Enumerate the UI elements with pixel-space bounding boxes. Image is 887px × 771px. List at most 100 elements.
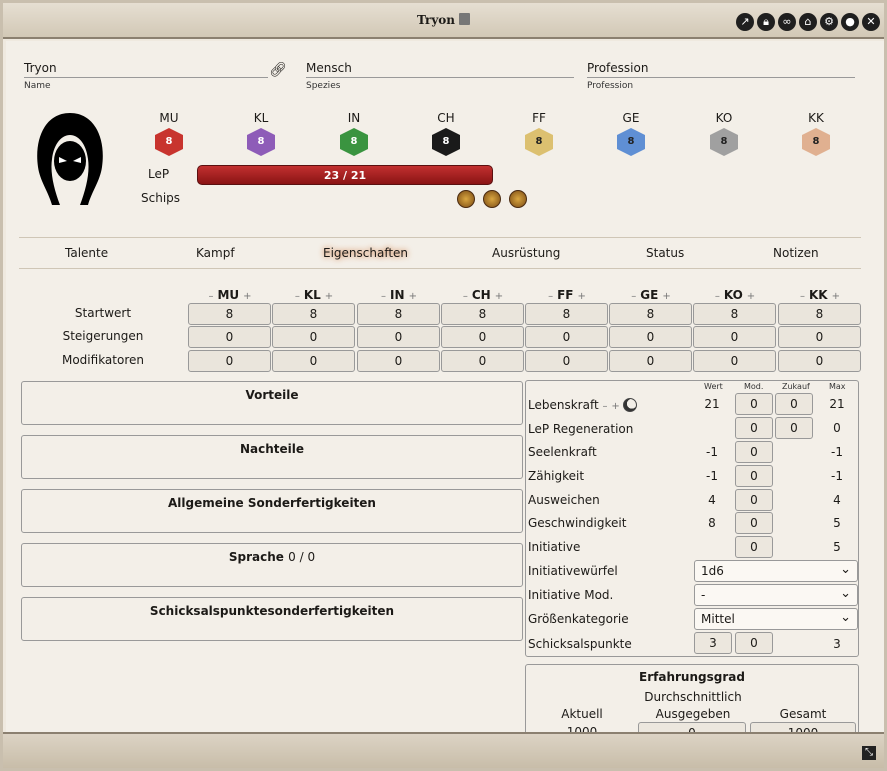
startwert-ge-input[interactable]: 8 bbox=[609, 303, 692, 325]
increase-ge-button[interactable]: + bbox=[662, 291, 670, 302]
schip-token-icon[interactable] bbox=[457, 190, 475, 208]
modifikatoren-ko-input[interactable]: 0 bbox=[693, 350, 776, 372]
zaehigkeit-mod-input[interactable]: 0 bbox=[735, 465, 773, 487]
share-icon[interactable]: ↗ bbox=[736, 13, 754, 31]
decrease-ff-button[interactable]: – bbox=[548, 291, 553, 302]
vorteile-section[interactable]: Vorteile bbox=[21, 381, 523, 425]
sprache-section[interactable]: Sprache 0 / 0 bbox=[21, 543, 523, 587]
steigerungen-mu-input[interactable]: 0 bbox=[188, 326, 271, 348]
lep-bar[interactable]: 23 / 21 bbox=[197, 165, 493, 185]
ausweichen-mod-input[interactable]: 0 bbox=[735, 489, 773, 511]
increase-kk-button[interactable]: + bbox=[832, 291, 840, 302]
modifikatoren-kk-input[interactable]: 0 bbox=[778, 350, 861, 372]
profession-value[interactable]: Profession bbox=[587, 61, 855, 78]
profession-field[interactable]: Profession Profession bbox=[587, 61, 855, 91]
d20-mu-icon[interactable]: 8 bbox=[155, 128, 183, 156]
increase-in-button[interactable]: + bbox=[409, 291, 417, 302]
startwert-kl-input[interactable]: 8 bbox=[272, 303, 355, 325]
d20-kl-icon[interactable]: 8 bbox=[247, 128, 275, 156]
window-titlebar[interactable]: Tryon ↗ 🔒︎ ∞ ⌂ ⚙ ● ✕ bbox=[3, 3, 884, 39]
name-value[interactable]: Tryon bbox=[24, 61, 268, 78]
increase-ff-button[interactable]: + bbox=[578, 291, 586, 302]
attr-mu[interactable]: MU 8 bbox=[149, 111, 189, 156]
name-field[interactable]: Tryon Name bbox=[24, 61, 268, 91]
modifikatoren-ge-input[interactable]: 0 bbox=[609, 350, 692, 372]
attr-ge[interactable]: GE 8 bbox=[611, 111, 651, 156]
groessenkategorie-select[interactable]: Mittel ⌄ bbox=[694, 608, 858, 630]
tab-ausruestung[interactable]: Ausrüstung bbox=[492, 246, 560, 260]
bank-icon[interactable]: ⌂ bbox=[799, 13, 817, 31]
increase-ko-button[interactable]: + bbox=[747, 291, 755, 302]
increase-mu-button[interactable]: + bbox=[243, 291, 251, 302]
lep-regeneration-mod-input[interactable]: 0 bbox=[735, 417, 773, 439]
lep-regeneration-zukauf-input[interactable]: 0 bbox=[775, 417, 813, 439]
species-value[interactable]: Mensch bbox=[306, 61, 574, 78]
decrease-ko-button[interactable]: – bbox=[715, 291, 720, 302]
species-field[interactable]: Mensch Spezies bbox=[306, 61, 574, 91]
modifikatoren-ch-input[interactable]: 0 bbox=[441, 350, 524, 372]
resize-handle-icon[interactable]: ⤡ bbox=[862, 746, 876, 760]
sonderfertigkeiten-section[interactable]: Allgemeine Sonderfertigkeiten bbox=[21, 489, 523, 533]
tab-kampf[interactable]: Kampf bbox=[196, 246, 235, 260]
decrease-in-button[interactable]: – bbox=[381, 291, 386, 302]
avatar[interactable] bbox=[30, 109, 110, 209]
tab-eigenschaften[interactable]: Eigenschaften bbox=[323, 246, 408, 260]
tab-notizen[interactable]: Notizen bbox=[773, 246, 819, 260]
user-icon[interactable]: ● bbox=[841, 13, 859, 31]
seelenkraft-mod-input[interactable]: 0 bbox=[735, 441, 773, 463]
decrease-ch-button[interactable]: – bbox=[463, 291, 468, 302]
tab-status[interactable]: Status bbox=[646, 246, 684, 260]
d20-in-icon[interactable]: 8 bbox=[340, 128, 368, 156]
d20-kk-icon[interactable]: 8 bbox=[802, 128, 830, 156]
startwert-in-input[interactable]: 8 bbox=[357, 303, 440, 325]
startwert-ko-input[interactable]: 8 bbox=[693, 303, 776, 325]
startwert-ch-input[interactable]: 8 bbox=[441, 303, 524, 325]
schicksalspunkte-mod-input[interactable]: 0 bbox=[735, 632, 773, 654]
schip-token-icon[interactable] bbox=[509, 190, 527, 208]
attr-kk[interactable]: KK 8 bbox=[796, 111, 836, 156]
close-icon[interactable]: ✕ bbox=[862, 13, 880, 31]
decrease-kl-button[interactable]: – bbox=[295, 291, 300, 302]
increase-ch-button[interactable]: + bbox=[495, 291, 503, 302]
steigerungen-kl-input[interactable]: 0 bbox=[272, 326, 355, 348]
steigerungen-in-input[interactable]: 0 bbox=[357, 326, 440, 348]
schip-token-icon[interactable] bbox=[483, 190, 501, 208]
steigerungen-ko-input[interactable]: 0 bbox=[693, 326, 776, 348]
d20-ko-icon[interactable]: 8 bbox=[710, 128, 738, 156]
d20-ch-icon[interactable]: 8 bbox=[432, 128, 460, 156]
initiative-mod-input[interactable]: 0 bbox=[735, 536, 773, 558]
modifikatoren-mu-input[interactable]: 0 bbox=[188, 350, 271, 372]
decrease-ge-button[interactable]: – bbox=[631, 291, 636, 302]
d20-ge-icon[interactable]: 8 bbox=[617, 128, 645, 156]
steigerungen-ge-input[interactable]: 0 bbox=[609, 326, 692, 348]
attr-ko[interactable]: KO 8 bbox=[704, 111, 744, 156]
lebenskraft-plus-button[interactable]: + bbox=[611, 401, 619, 412]
d20-ff-icon[interactable]: 8 bbox=[525, 128, 553, 156]
attr-kl[interactable]: KL 8 bbox=[241, 111, 281, 156]
nachteile-section[interactable]: Nachteile bbox=[21, 435, 523, 479]
lock-icon[interactable]: 🔒︎ bbox=[757, 13, 775, 31]
steigerungen-ch-input[interactable]: 0 bbox=[441, 326, 524, 348]
lebenskraft-mod-input[interactable]: 0 bbox=[735, 393, 773, 415]
chain-link-icon[interactable]: 🔗︎ bbox=[269, 62, 287, 78]
modifikatoren-ff-input[interactable]: 0 bbox=[525, 350, 608, 372]
startwert-mu-input[interactable]: 8 bbox=[188, 303, 271, 325]
modifikatoren-kl-input[interactable]: 0 bbox=[272, 350, 355, 372]
steigerungen-kk-input[interactable]: 0 bbox=[778, 326, 861, 348]
schicksalspunkte-wert-input[interactable]: 3 bbox=[694, 632, 732, 654]
decrease-kk-button[interactable]: – bbox=[800, 291, 805, 302]
startwert-ff-input[interactable]: 8 bbox=[525, 303, 608, 325]
link-icon[interactable]: ∞ bbox=[778, 13, 796, 31]
decrease-mu-button[interactable]: – bbox=[208, 291, 213, 302]
gear-icon[interactable]: ⚙ bbox=[820, 13, 838, 31]
geschwindigkeit-mod-input[interactable]: 0 bbox=[735, 512, 773, 534]
increase-kl-button[interactable]: + bbox=[325, 291, 333, 302]
initiative-mod-select[interactable]: - ⌄ bbox=[694, 584, 858, 606]
schicksalspunkte-sf-section[interactable]: Schicksalspunktesonderfertigkeiten bbox=[21, 597, 523, 641]
initiativewuerfel-select[interactable]: 1d6 ⌄ bbox=[694, 560, 858, 582]
lebenskraft-zukauf-input[interactable]: 0 bbox=[775, 393, 813, 415]
steigerungen-ff-input[interactable]: 0 bbox=[525, 326, 608, 348]
attr-ff[interactable]: FF 8 bbox=[519, 111, 559, 156]
modifikatoren-in-input[interactable]: 0 bbox=[357, 350, 440, 372]
startwert-kk-input[interactable]: 8 bbox=[778, 303, 861, 325]
